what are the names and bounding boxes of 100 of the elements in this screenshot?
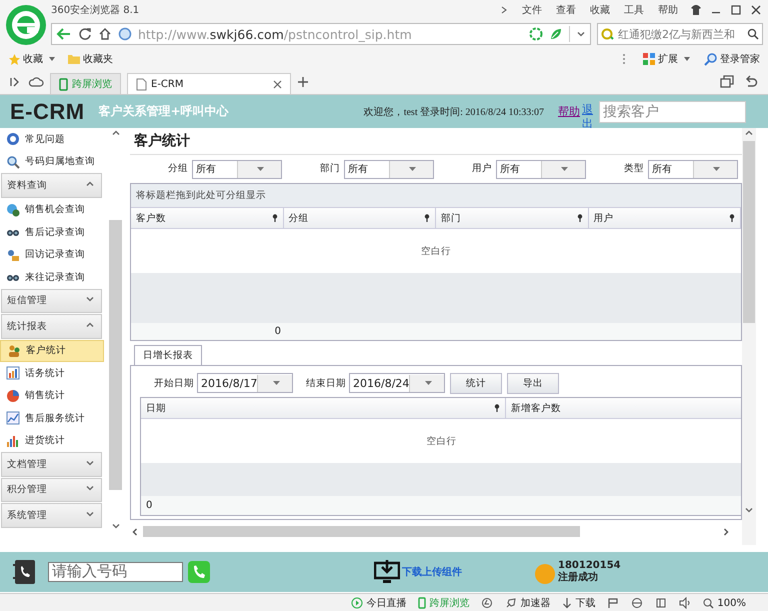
date-picker[interactable]: 2016/8/24 xyxy=(349,373,445,393)
column-header[interactable]: 用户 xyxy=(588,208,741,228)
sidebar-group[interactable]: 统计报表 xyxy=(1,314,102,338)
shirt-icon[interactable] xyxy=(690,4,702,16)
zoom-icon[interactable] xyxy=(703,598,714,608)
chevron-right-icon[interactable] xyxy=(500,5,508,15)
back-icon[interactable] xyxy=(56,27,72,41)
leaf-icon[interactable] xyxy=(549,27,563,41)
group-hint: 将标题栏拖到此处可分组显示 xyxy=(131,184,741,208)
menu-item[interactable]: 文件 xyxy=(522,3,542,17)
filter-select[interactable]: 所有 xyxy=(344,160,434,178)
sidebar-item[interactable]: 售后记录查询 xyxy=(0,221,104,244)
filter-icon[interactable] xyxy=(576,214,582,222)
phone-icon xyxy=(59,78,68,90)
filter-icon[interactable] xyxy=(494,404,500,412)
cloud-icon[interactable] xyxy=(28,76,44,88)
bar-chart-icon xyxy=(6,366,20,380)
scroll-down-icon xyxy=(744,505,754,515)
export-button[interactable]: 导出 xyxy=(507,372,559,394)
help-link[interactable]: 帮助 xyxy=(558,104,580,119)
browser-tab[interactable]: E-CRM xyxy=(127,73,291,94)
accelerator-button[interactable]: 加速器 xyxy=(520,596,550,610)
speaker-icon[interactable] xyxy=(679,597,692,609)
sidebar-item[interactable]: 号码归属地查询 xyxy=(0,150,104,173)
login-button[interactable]: 登录管家 xyxy=(720,52,760,66)
report-tab[interactable]: 日增长报表 xyxy=(134,345,202,366)
caret-icon xyxy=(561,166,568,172)
windows-icon[interactable] xyxy=(720,75,734,89)
registration-status: 注册成功 xyxy=(558,572,598,584)
apps-icon xyxy=(642,52,656,66)
scroll-down-icon xyxy=(110,521,120,531)
bookmark-item[interactable]: 收藏 xyxy=(23,52,43,66)
coin-icon xyxy=(535,564,555,584)
person-icon xyxy=(6,248,20,262)
sidebar-group[interactable]: 文档管理 xyxy=(1,452,102,476)
download-icon[interactable] xyxy=(562,597,572,609)
close-icon[interactable] xyxy=(750,4,762,16)
scroll-left-icon[interactable] xyxy=(130,526,140,536)
sidebar-item[interactable]: 进货统计 xyxy=(0,430,104,452)
filter-select[interactable]: 所有 xyxy=(496,160,586,178)
scrollbar-thumb[interactable] xyxy=(109,220,122,490)
menu-item[interactable]: 查看 xyxy=(556,3,576,17)
search-engine-icon[interactable] xyxy=(601,27,615,41)
scrollbar-thumb[interactable] xyxy=(143,526,580,537)
sidebar-item[interactable]: 客户统计 xyxy=(0,340,104,362)
zoom-level[interactable]: 100% xyxy=(717,598,746,608)
filter-icon[interactable] xyxy=(424,214,430,222)
close-icon[interactable] xyxy=(273,80,282,88)
column-header[interactable]: 客户数 xyxy=(131,208,284,228)
more-icon[interactable] xyxy=(622,53,626,65)
folder-icon xyxy=(67,53,81,65)
live-button[interactable]: 今日直播 xyxy=(366,596,406,610)
star-icon xyxy=(8,52,21,66)
filter-icon[interactable] xyxy=(272,214,278,222)
browser-title: 360安全浏览器 8.1 xyxy=(51,4,140,17)
undo-icon[interactable] xyxy=(744,75,758,89)
people-icon xyxy=(7,344,21,358)
scroll-right-icon[interactable] xyxy=(721,526,731,536)
line-chart-icon xyxy=(6,411,20,426)
scrollbar-thumb[interactable] xyxy=(743,141,755,323)
window-icon[interactable] xyxy=(655,597,668,609)
customer-search-field[interactable]: 搜索客户 xyxy=(599,100,746,122)
menu-item[interactable]: 收藏 xyxy=(590,3,610,17)
search-icon[interactable] xyxy=(747,28,759,40)
bookmark-item[interactable]: 收藏夹 xyxy=(83,52,113,66)
column-header[interactable]: 部门 xyxy=(436,208,588,228)
plus-icon[interactable] xyxy=(297,76,309,88)
caret-icon xyxy=(713,166,720,172)
sidebar-group[interactable]: 积分管理 xyxy=(1,478,102,502)
sidebar-item[interactable]: 来往记录查询 xyxy=(0,266,104,288)
sidebar-item[interactable]: 话务统计 xyxy=(0,362,104,384)
filter-select[interactable]: 所有 xyxy=(648,160,738,178)
sidebar-item[interactable]: 常见问题 xyxy=(0,128,104,150)
filter-icon[interactable] xyxy=(729,214,735,222)
extensions-button[interactable]: 扩展 xyxy=(658,52,678,66)
menu-item[interactable]: 帮助 xyxy=(658,3,678,17)
refresh-icon[interactable] xyxy=(78,27,92,41)
sidebar-group[interactable]: 短信管理 xyxy=(1,288,102,313)
column-header[interactable]: 日期 xyxy=(141,398,506,418)
sidebar-item[interactable]: 售后服务统计 xyxy=(0,407,104,430)
sidebar-item[interactable]: 销售统计 xyxy=(0,384,104,407)
phone-icon[interactable] xyxy=(418,597,426,609)
downloads-button[interactable]: 下载 xyxy=(575,596,596,610)
page-icon xyxy=(136,78,147,90)
play-icon[interactable] xyxy=(351,597,364,609)
sidebar-group[interactable]: 资料查询 xyxy=(1,173,102,198)
sidebar-group[interactable]: 系统管理 xyxy=(1,503,102,528)
sidebar-item[interactable]: 销售机会查询 xyxy=(0,198,104,221)
filter-select[interactable]: 所有 xyxy=(192,160,282,178)
home-icon[interactable] xyxy=(98,27,112,41)
menu-item[interactable]: 工具 xyxy=(624,3,644,17)
date-picker[interactable]: 2016/8/17 xyxy=(197,373,293,393)
page-title: 客户统计 xyxy=(130,128,742,155)
column-header[interactable]: 分组 xyxy=(284,208,436,228)
stats-button[interactable]: 统计 xyxy=(450,372,502,394)
dropdown-icon[interactable] xyxy=(576,29,586,39)
sidebar-item[interactable]: 回访记录查询 xyxy=(0,244,104,266)
maximize-icon[interactable] xyxy=(730,4,742,16)
phone-number-field[interactable]: 请输入号码 xyxy=(48,562,183,582)
flag-icon[interactable] xyxy=(607,597,620,609)
